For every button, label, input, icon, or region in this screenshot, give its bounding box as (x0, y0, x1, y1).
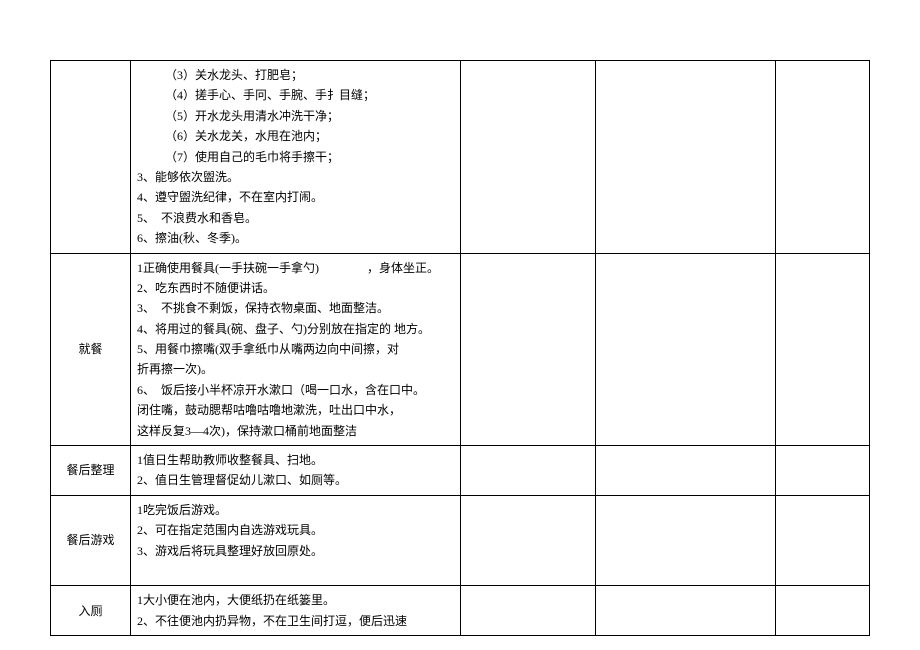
empty-cell (461, 61, 596, 254)
empty-cell (461, 586, 596, 636)
content-line: 3、游戏后将玩具整理好放回原处。 (137, 541, 454, 561)
row-label: 就餐 (51, 253, 131, 446)
content-line: 2、不往便池内扔异物，不在卫生间打逗，便后迅速 (137, 611, 454, 631)
table-row: 餐后游戏1吃完饭后游戏。2、可在指定范围内自选游戏玩具。3、游戏后将玩具整理好放… (51, 495, 870, 586)
content-line: 5、用餐巾擦嘴(双手拿纸巾从嘴两边向中间擦，对 (137, 339, 454, 359)
row-label (51, 61, 131, 254)
row-label: 入厕 (51, 586, 131, 636)
empty-cell (776, 446, 870, 496)
content-line: 4、将用过的餐具(碗、盘子、勺)分别放在指定的 地方。 (137, 319, 454, 339)
row-content: 1吃完饭后游戏。2、可在指定范围内自选游戏玩具。3、游戏后将玩具整理好放回原处。 (131, 495, 461, 586)
content-line (137, 561, 454, 581)
content-line: 这样反复3—4次)，保持漱口桶前地面整洁 (137, 421, 454, 441)
empty-cell (461, 495, 596, 586)
empty-cell (776, 495, 870, 586)
content-line: 4、遵守盥洗纪律，不在室内打闹。 (137, 187, 454, 207)
routine-table: （3）关水龙头、打肥皂；（4）搓手心、手冋、手腕、手扌目缝；（5）开水龙头用清水… (50, 60, 870, 636)
empty-cell (596, 253, 776, 446)
table-row: 餐后整理1值日生帮助教师收整餐具、扫地。2、值日生管理督促幼儿漱口、如厕等。 (51, 446, 870, 496)
empty-cell (776, 253, 870, 446)
content-line: （5）开水龙头用清水冲洗干净； (137, 106, 454, 126)
empty-cell (596, 495, 776, 586)
empty-cell (596, 61, 776, 254)
content-line: （6）关水龙关，水甩在池内； (137, 126, 454, 146)
content-line: 2、吃东西时不随便讲话。 (137, 278, 454, 298)
content-line: 3、能够依次盥洗。 (137, 167, 454, 187)
table-row: （3）关水龙头、打肥皂；（4）搓手心、手冋、手腕、手扌目缝；（5）开水龙头用清水… (51, 61, 870, 254)
content-line: 6、擦油(秋、冬季)。 (137, 228, 454, 248)
row-content: 1大小便在池内，大便纸扔在纸篓里。2、不往便池内扔异物，不在卫生间打逗，便后迅速 (131, 586, 461, 636)
row-content: 1正确使用餐具(一手扶碗一手拿勺) ，身体坐正。2、吃东西时不随便讲话。3、 不… (131, 253, 461, 446)
content-line: 2、值日生管理督促幼儿漱口、如厕等。 (137, 470, 454, 490)
empty-cell (776, 586, 870, 636)
content-line: （3）关水龙头、打肥皂； (137, 65, 454, 85)
row-content: （3）关水龙头、打肥皂；（4）搓手心、手冋、手腕、手扌目缝；（5）开水龙头用清水… (131, 61, 461, 254)
empty-cell (596, 586, 776, 636)
empty-cell (776, 61, 870, 254)
content-line: （4）搓手心、手冋、手腕、手扌目缝； (137, 85, 454, 105)
content-line: 1正确使用餐具(一手扶碗一手拿勺) ，身体坐正。 (137, 258, 454, 278)
table-row: 就餐1正确使用餐具(一手扶碗一手拿勺) ，身体坐正。2、吃东西时不随便讲话。3、… (51, 253, 870, 446)
row-label: 餐后游戏 (51, 495, 131, 586)
table-row: 入厕1大小便在池内，大便纸扔在纸篓里。2、不往便池内扔异物，不在卫生间打逗，便后… (51, 586, 870, 636)
content-line: 1值日生帮助教师收整餐具、扫地。 (137, 450, 454, 470)
content-line: （7）使用自己的毛巾将手擦干； (137, 147, 454, 167)
content-line: 1大小便在池内，大便纸扔在纸篓里。 (137, 590, 454, 610)
content-line: 5、 不浪费水和香皂。 (137, 208, 454, 228)
content-line: 3、 不挑食不剩饭，保持衣物桌面、地面整洁。 (137, 298, 454, 318)
content-line: 闭住嘴，鼓动腮帮咕噜咕噜地漱洗，吐出口中水， (137, 400, 454, 420)
empty-cell (596, 446, 776, 496)
content-line: 1吃完饭后游戏。 (137, 500, 454, 520)
content-line: 2、可在指定范围内自选游戏玩具。 (137, 520, 454, 540)
row-content: 1值日生帮助教师收整餐具、扫地。2、值日生管理督促幼儿漱口、如厕等。 (131, 446, 461, 496)
content-line: 折再擦一次)。 (137, 359, 454, 379)
empty-cell (461, 446, 596, 496)
row-label: 餐后整理 (51, 446, 131, 496)
empty-cell (461, 253, 596, 446)
content-line: 6、 饭后接小半杯凉开水漱口（喝一口水，含在口中。 (137, 380, 454, 400)
